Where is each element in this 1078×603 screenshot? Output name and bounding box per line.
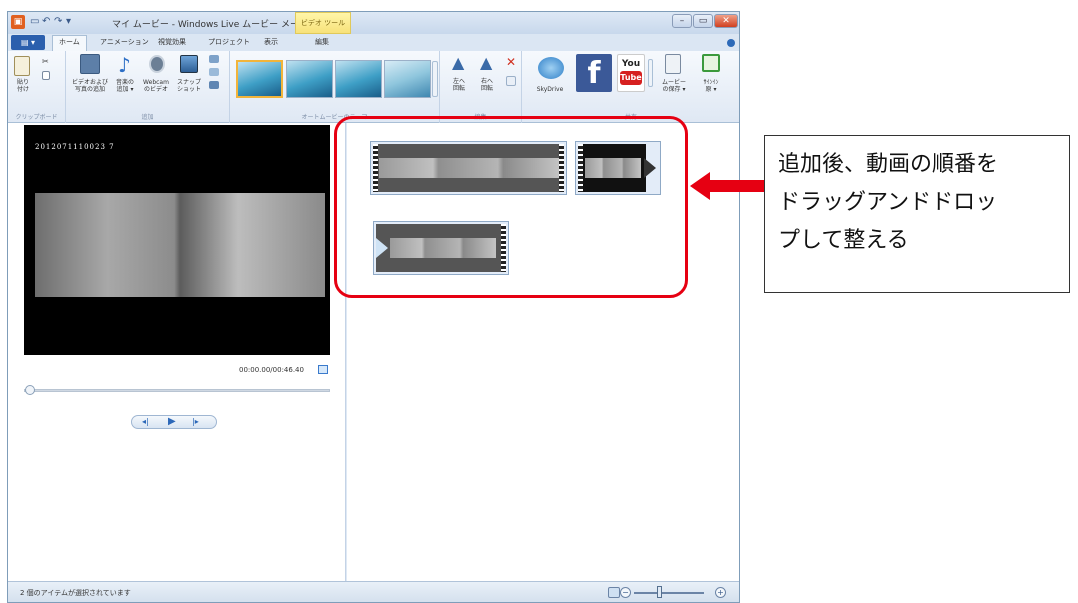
tab-project[interactable]: プロジェクト	[208, 37, 250, 47]
copy-icon[interactable]	[42, 71, 50, 80]
share-gallery-scroll[interactable]	[648, 59, 653, 87]
add-group: ビデオおよび 写真の追加 ♪ 音楽の 追加 ▾ Webcam のビデオ スナップ…	[66, 51, 230, 123]
customize-quick-access-icon[interactable]: ▾	[66, 16, 71, 28]
automovie-themes-group: オートムービーのテーマ	[230, 51, 440, 123]
movie-maker-window: ▣ ▭ ↶ ↷ ▾ マイ ムービー - Windows Live ムービー メー…	[7, 11, 740, 603]
webcam-video-button[interactable]: Webcam のビデオ	[140, 79, 172, 93]
add-title-icon[interactable]	[209, 55, 219, 63]
play-icon[interactable]: ▶	[168, 416, 176, 427]
save-movie-icon	[665, 54, 681, 74]
undo-icon[interactable]: ↶	[42, 16, 50, 28]
preview-pane: 2012071110023 7 00:00.00/00:46.40 ◂| ▶ |…	[8, 123, 346, 581]
theme-thumbnail-1[interactable]	[236, 60, 283, 98]
zoom-out-button[interactable]: −	[620, 587, 631, 598]
add-video-photo-icon	[80, 54, 100, 74]
youtube-icon[interactable]: You Tube	[617, 54, 645, 92]
add-group-label: 追加	[141, 114, 154, 121]
maximize-button[interactable]: ▭	[693, 14, 713, 28]
rotate-left-button[interactable]: 左へ 回転	[446, 78, 472, 92]
zoom-in-button[interactable]: +	[715, 587, 726, 598]
minimize-button[interactable]: –	[672, 14, 692, 28]
theme-thumbnail-3[interactable]	[335, 60, 382, 98]
app-icon[interactable]: ▣	[11, 15, 25, 29]
playback-controls: ◂| ▶ |▸	[131, 415, 217, 429]
storyboard-view-icon[interactable]	[608, 587, 620, 598]
tab-animation[interactable]: アニメーション	[100, 37, 149, 47]
sign-in-icon	[702, 54, 720, 72]
window-title: マイ ムービー - Windows Live ムービー メーカー	[112, 20, 317, 30]
music-note-icon: ♪	[118, 53, 131, 77]
tab-home[interactable]: ホーム	[52, 35, 87, 51]
edit-group: ▲ 左へ 回転 ▲ 右へ 回転 ✕ 編集	[440, 51, 522, 123]
ribbon: 貼り 付け ✂ クリップボード ビデオおよび 写真の追加 ♪ 音楽の 追加 ▾ …	[8, 51, 739, 123]
close-button[interactable]: ✕	[714, 14, 738, 28]
callout-text: 追加後、動画の順番を ドラッグアンドドロッ プして整える	[778, 152, 999, 253]
skydrive-icon	[538, 57, 564, 79]
add-caption-icon[interactable]	[209, 68, 219, 76]
add-video-photo-button[interactable]: ビデオおよび 写真の追加	[70, 79, 110, 93]
status-text: 2 個のアイテムが選択されています	[20, 589, 131, 597]
callout-box: 追加後、動画の順番を ドラッグアンドドロッ プして整える	[764, 135, 1070, 293]
add-credits-icon[interactable]	[209, 81, 219, 89]
seek-thumb[interactable]	[25, 385, 35, 395]
clipboard-group: 貼り 付け ✂ クリップボード	[8, 51, 66, 123]
next-frame-icon[interactable]: |▸	[192, 417, 199, 426]
ribbon-tab-row: ▤ ▾ ホーム アニメーション 視覚効果 プロジェクト 表示 編集	[8, 34, 739, 51]
youtube-you-text: You	[621, 59, 641, 69]
clipboard-group-label: クリップボード	[15, 114, 58, 121]
zoom-slider-track[interactable]	[634, 592, 704, 594]
theme-thumbnail-2[interactable]	[286, 60, 333, 98]
webcam-icon	[149, 55, 165, 73]
share-group: SkyDrive f You Tube ムービー の保存 ▾ ｻｲﾝｲﾝ 原 ▾…	[522, 51, 739, 123]
fullscreen-icon[interactable]	[318, 365, 328, 374]
title-bar: ▣ ▭ ↶ ↷ ▾ マイ ムービー - Windows Live ムービー メー…	[8, 12, 739, 34]
tab-visual-effects[interactable]: 視覚効果	[158, 37, 186, 47]
snapshot-icon	[180, 55, 198, 73]
skydrive-button[interactable]: SkyDrive	[530, 86, 570, 93]
remove-icon[interactable]: ✕	[506, 55, 516, 69]
storyboard-highlight	[334, 116, 688, 298]
paste-icon	[14, 56, 30, 76]
status-bar: 2 個のアイテムが選択されています − +	[8, 581, 739, 602]
paste-button[interactable]: 貼り 付け	[11, 79, 35, 93]
file-menu-button[interactable]: ▤ ▾	[11, 35, 45, 50]
tab-edit[interactable]: 編集	[315, 37, 329, 47]
save-movie-button[interactable]: ムービー の保存 ▾	[658, 79, 690, 93]
video-timestamp: 2012071110023 7	[35, 143, 115, 151]
help-icon[interactable]	[727, 39, 735, 47]
tab-view[interactable]: 表示	[264, 37, 278, 47]
save-quick-icon[interactable]: ▭	[30, 16, 39, 28]
select-all-icon[interactable]	[506, 76, 516, 86]
rotate-left-icon: ▲	[452, 53, 465, 72]
facebook-icon[interactable]: f	[576, 54, 612, 92]
theme-gallery-scroll[interactable]	[432, 61, 438, 97]
red-arrow-icon	[690, 172, 764, 200]
zoom-slider-thumb[interactable]	[657, 586, 662, 598]
previous-frame-icon[interactable]: ◂|	[142, 417, 149, 426]
theme-thumbnail-4[interactable]	[384, 60, 431, 98]
sign-in-button[interactable]: ｻｲﾝｲﾝ 原 ▾	[696, 79, 726, 93]
add-music-button[interactable]: 音楽の 追加 ▾	[112, 79, 138, 93]
video-frame-image	[35, 193, 325, 297]
youtube-tube-text: Tube	[620, 71, 642, 85]
rotate-right-button[interactable]: 右へ 回転	[474, 78, 500, 92]
time-display: 00:00.00/00:46.40	[239, 366, 304, 374]
video-preview[interactable]: 2012071110023 7	[24, 125, 330, 355]
snapshot-button[interactable]: スナップ ショット	[174, 79, 204, 93]
redo-icon[interactable]: ↷	[54, 16, 62, 28]
rotate-right-icon: ▲	[480, 53, 493, 72]
seek-bar[interactable]	[24, 389, 330, 392]
cut-icon[interactable]: ✂	[42, 57, 50, 66]
video-tools-context-tab: ビデオ ツール	[295, 12, 351, 34]
